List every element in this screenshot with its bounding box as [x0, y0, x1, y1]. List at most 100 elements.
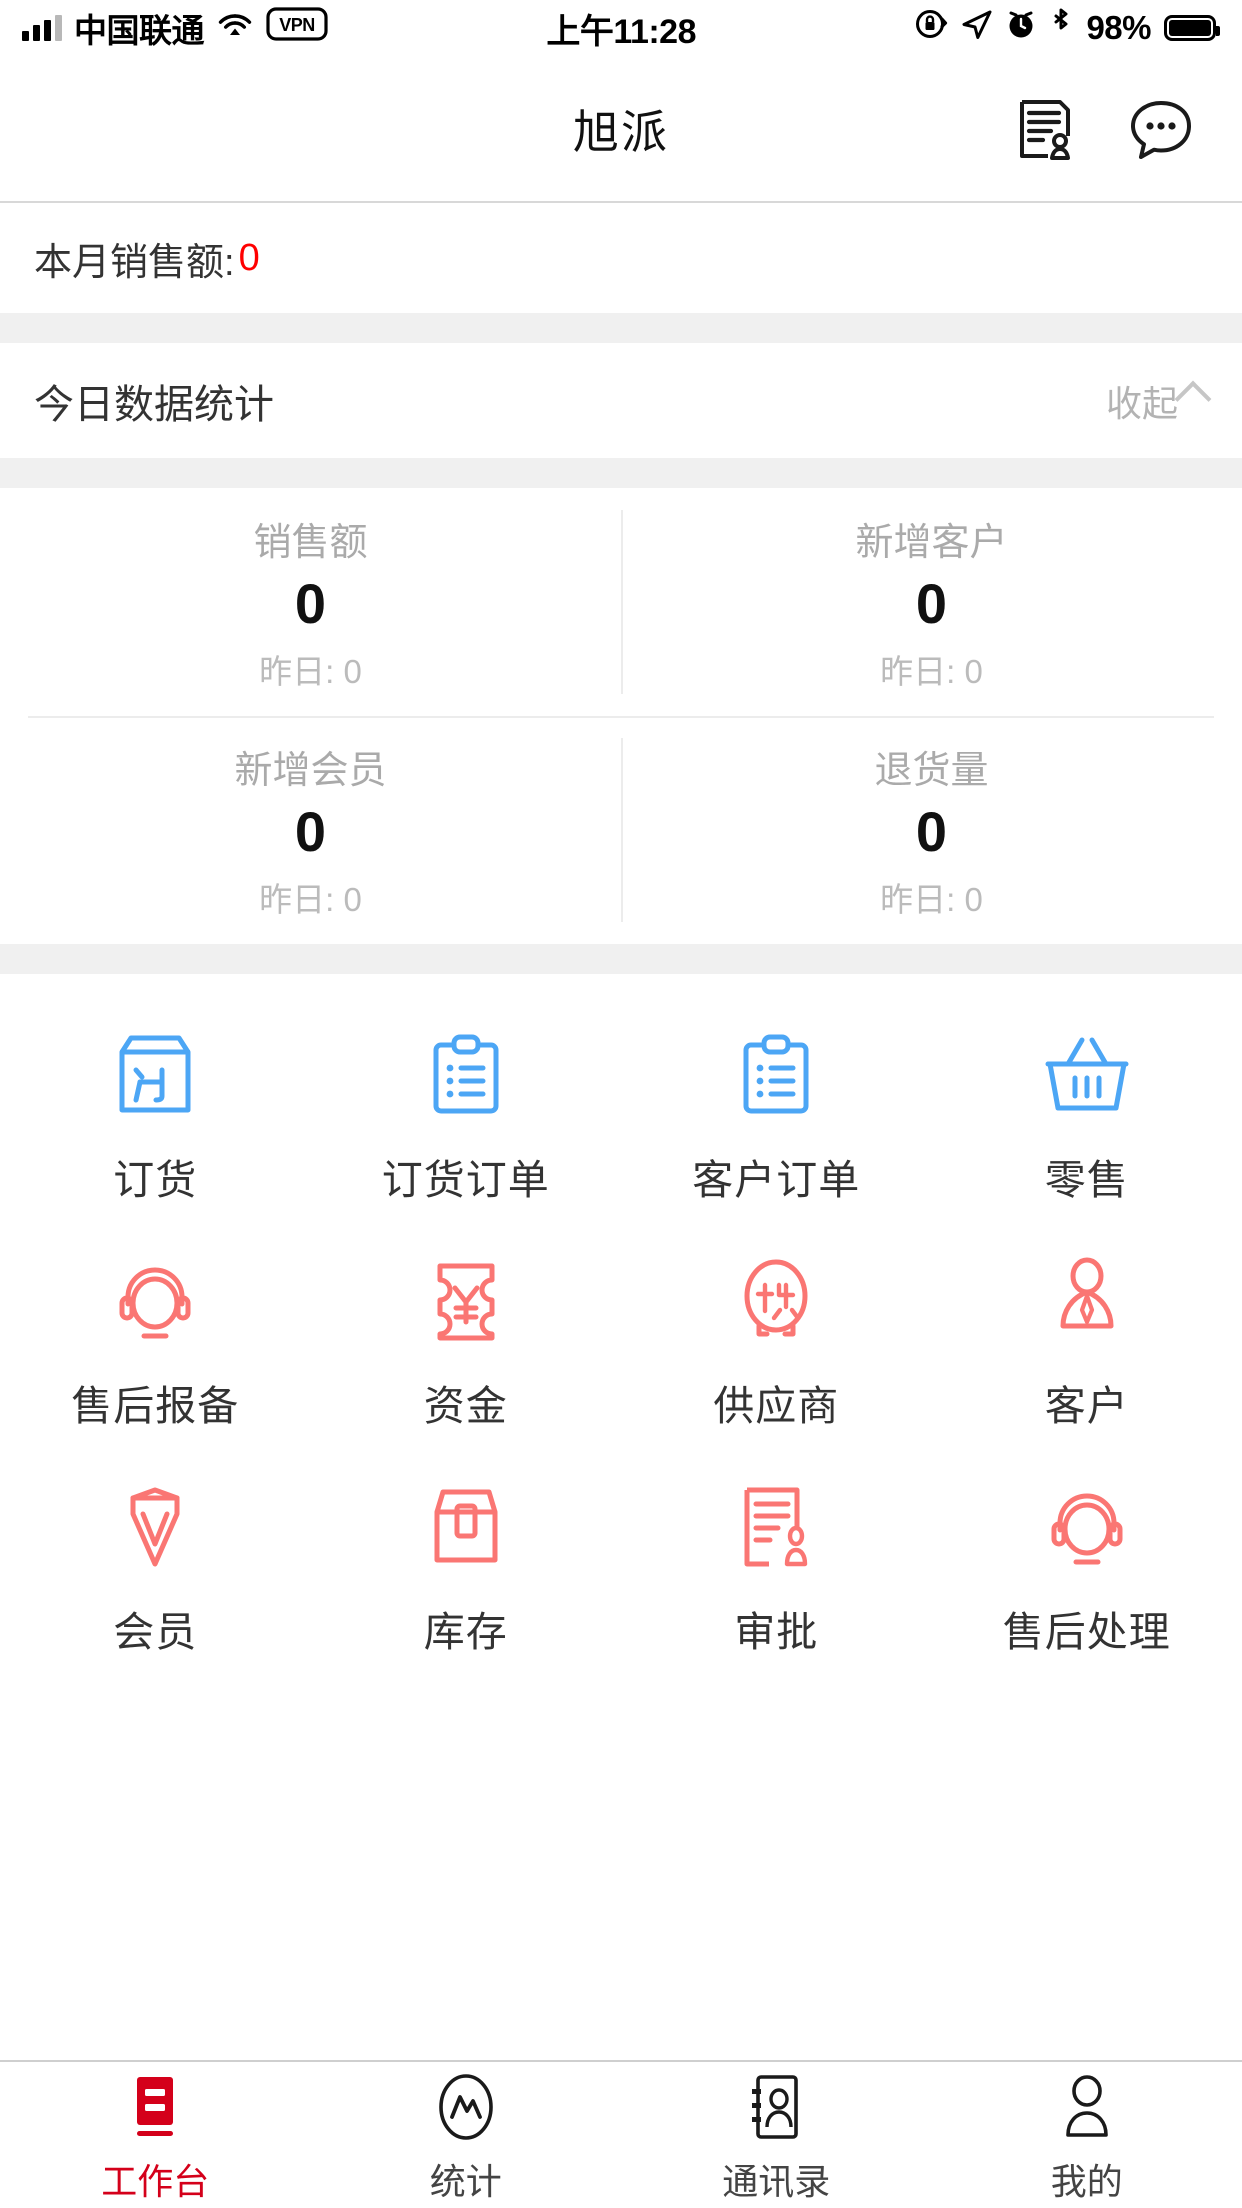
app-item-aftersales-report[interactable]: 售后报备: [0, 1224, 311, 1450]
collapse-toggle[interactable]: 收起: [1106, 375, 1212, 427]
today-stats-title: 今日数据统计: [34, 382, 274, 427]
app-label: 审批: [734, 1609, 819, 1655]
app-row: 订货 订货订单 客户订单 零售: [0, 998, 1242, 1224]
section-divider: [0, 313, 1242, 343]
app-item-retail[interactable]: 零售: [932, 998, 1242, 1224]
app-label: 订货: [113, 1157, 198, 1203]
supplier-badge-icon: [727, 1252, 825, 1350]
stats-row: 新增会员 0 昨日: 0 退货量 0 昨日: 0: [0, 716, 1242, 944]
order-box-icon: [106, 1026, 204, 1124]
headset-icon: [106, 1252, 204, 1350]
app-item-customer-orders[interactable]: 客户订单: [621, 998, 932, 1224]
app-item-purchase-orders[interactable]: 订货订单: [311, 998, 622, 1224]
app-label: 零售: [1044, 1157, 1129, 1203]
stat-value: 0: [915, 800, 948, 864]
month-sales-label: 本月销售额:: [34, 241, 235, 284]
section-divider-3: [0, 944, 1242, 974]
stat-card-returns[interactable]: 退货量 0 昨日: 0: [621, 716, 1242, 944]
app-item-customer[interactable]: 客户: [932, 1224, 1242, 1450]
clock-text: 上午11:28: [546, 12, 697, 51]
app-item-member[interactable]: 会员: [0, 1450, 311, 1676]
stat-value: 0: [294, 800, 327, 864]
profile-person-icon: [1051, 2071, 1123, 2143]
bottom-tab-bar: 工作台 统计 通讯录 我的: [0, 2060, 1242, 2208]
app-label: 客户: [1044, 1383, 1129, 1429]
section-divider-2: [0, 458, 1242, 488]
member-diamond-icon: [106, 1478, 204, 1576]
tab-label: 工作台: [101, 2161, 210, 2202]
tab-contacts[interactable]: 通讯录: [621, 2062, 932, 2208]
stat-value: 0: [294, 572, 327, 636]
status-bar-right: 98%: [914, 7, 1220, 50]
bluetooth-icon: [1049, 7, 1073, 50]
cellular-signal-icon: [22, 15, 62, 41]
shopping-basket-icon: [1038, 1026, 1136, 1124]
stat-sub: 昨日: 0: [880, 880, 983, 918]
chat-bubble-icon[interactable]: [1128, 96, 1194, 162]
rotation-lock-icon: [914, 7, 948, 50]
app-item-inventory[interactable]: 库存: [311, 1450, 622, 1676]
clipboard-list-icon: [417, 1026, 515, 1124]
tab-profile[interactable]: 我的: [932, 2062, 1242, 2208]
stat-sub: 昨日: 0: [259, 652, 362, 690]
statistics-icon: [430, 2071, 502, 2143]
app-label: 供应商: [713, 1383, 840, 1429]
location-arrow-icon: [961, 8, 993, 49]
app-label: 库存: [423, 1609, 508, 1655]
stats-row: 销售额 0 昨日: 0 新增客户 0 昨日: 0: [0, 488, 1242, 716]
app-label: 售后处理: [1002, 1609, 1171, 1655]
tab-workbench[interactable]: 工作台: [0, 2062, 311, 2208]
battery-percent: 98%: [1086, 9, 1151, 46]
today-stats-header: 今日数据统计 收起: [0, 343, 1242, 458]
app-label: 会员: [113, 1609, 198, 1655]
app-item-supplier[interactable]: 供应商: [621, 1224, 932, 1450]
clipboard-list-icon: [727, 1026, 825, 1124]
app-screen: 中国联通 VPN 上午11:28 98% 旭派 本月销售额: 0 今日数据统计 …: [0, 0, 1242, 2208]
contract-icon[interactable]: [1012, 96, 1078, 162]
yuan-ticket-icon: [417, 1252, 515, 1350]
workbench-icon: [119, 2071, 191, 2143]
stat-label: 退货量: [874, 750, 989, 793]
app-label: 订货订单: [381, 1157, 550, 1203]
status-bar-clock: 上午11:28: [328, 4, 914, 53]
inventory-box-icon: [417, 1478, 515, 1576]
app-item-aftersales-handling[interactable]: 售后处理: [932, 1450, 1242, 1676]
app-item-funds[interactable]: 资金: [311, 1224, 622, 1450]
app-label: 客户订单: [692, 1157, 861, 1203]
stat-value: 0: [915, 572, 948, 636]
battery-icon: [1164, 15, 1220, 41]
today-stats-grid: 销售额 0 昨日: 0 新增客户 0 昨日: 0 新增会员 0 昨日: 0 退货…: [0, 488, 1242, 944]
tab-statistics[interactable]: 统计: [311, 2062, 622, 2208]
nav-bar: 旭派: [0, 56, 1242, 203]
stat-card-new-members[interactable]: 新增会员 0 昨日: 0: [0, 716, 621, 944]
headset-icon: [1038, 1478, 1136, 1576]
alarm-clock-icon: [1006, 8, 1036, 49]
status-bar: 中国联通 VPN 上午11:28 98%: [0, 0, 1242, 56]
tab-label: 我的: [1050, 2161, 1123, 2202]
app-item-ordering[interactable]: 订货: [0, 998, 311, 1224]
svg-text:VPN: VPN: [279, 15, 315, 35]
approval-stamp-icon: [727, 1478, 825, 1576]
vpn-badge: VPN: [266, 6, 328, 50]
stat-sub: 昨日: 0: [880, 652, 983, 690]
stat-label: 新增客户: [855, 522, 1008, 565]
app-item-approval[interactable]: 审批: [621, 1450, 932, 1676]
stat-label: 销售额: [253, 522, 368, 565]
stat-card-new-customers[interactable]: 新增客户 0 昨日: 0: [621, 488, 1242, 716]
tab-label: 统计: [429, 2161, 502, 2202]
chevron-up-icon: [1174, 380, 1212, 417]
app-label: 售后报备: [71, 1383, 240, 1429]
month-sales-value: 0: [238, 236, 260, 279]
status-bar-left: 中国联通 VPN: [22, 4, 328, 52]
month-sales-row: 本月销售额: 0: [0, 203, 1242, 313]
stat-card-sales[interactable]: 销售额 0 昨日: 0: [0, 488, 621, 716]
customer-person-icon: [1038, 1252, 1136, 1350]
wifi-icon: [216, 9, 254, 48]
app-row: 会员 库存 审批 售后处理: [0, 1450, 1242, 1676]
app-label: 资金: [423, 1383, 508, 1429]
carrier-name: 中国联通: [74, 12, 205, 49]
stat-sub: 昨日: 0: [259, 880, 362, 918]
app-grid: 订货 订货订单 客户订单 零售 售后报备 资金 供应商 客户 会员 库存 审批 …: [0, 974, 1242, 1686]
tab-label: 通讯录: [722, 2161, 831, 2202]
stat-label: 新增会员: [234, 750, 387, 793]
